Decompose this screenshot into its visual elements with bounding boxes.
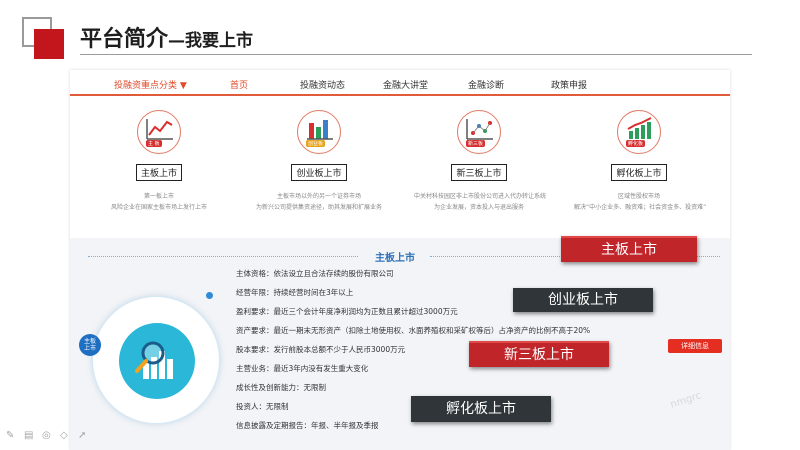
scatter-chart-icon: 新三板 xyxy=(457,110,501,154)
feature-illustration xyxy=(92,296,220,424)
presentation-toolbar: ✎ ▤ ◎ ◇ ➚ xyxy=(6,430,96,446)
category-desc-line: 中关村科技园区非上市股份公司进入代办转让系统 xyxy=(414,193,547,200)
magnifier-chart-icon xyxy=(119,323,195,399)
incubator-board-button[interactable]: 孵化板上市 xyxy=(611,164,667,181)
overlay-main-board: 主板上市 xyxy=(561,236,697,262)
category-desc-line: 为新兴公司提供集资途径，助其发展和扩展业务 xyxy=(255,204,382,211)
eraser-icon[interactable]: ◇ xyxy=(60,430,68,441)
category-desc: 第一板上市 风险企业在国家主板市场上发行上市 xyxy=(94,191,224,213)
nav-item-lecture[interactable]: 金融大讲堂 xyxy=(383,78,428,91)
category-desc-line: 第一板上市 xyxy=(143,193,174,200)
pen-icon[interactable]: ✎ xyxy=(6,430,14,441)
main-board-badge[interactable]: 主板 上市 xyxy=(79,334,101,356)
info-row-business: 主营业务：最近3年内没有发生重大变化 xyxy=(236,364,369,373)
nav-item-diagnosis[interactable]: 金融诊断 xyxy=(468,78,504,91)
detail-panel: 主板上市 主板 上市 主体资格：依法设立且合法存续的股份有限公司 经营年限：持续… xyxy=(70,238,730,450)
pointer-icon[interactable]: ➚ xyxy=(78,430,86,441)
nav-item-policy[interactable]: 政策申报 xyxy=(551,78,587,91)
slide-logo xyxy=(22,17,66,59)
main-board-button[interactable]: 主板上市 xyxy=(135,164,182,181)
line-chart-icon: 主 板 xyxy=(137,110,181,154)
category-tag: 孵化板 xyxy=(626,140,646,147)
nav-item-category-dropdown[interactable]: 投融资重点分类 ▼ xyxy=(114,78,187,91)
info-row-equity: 股本要求：发行前股本总额不少于人民币3000万元 xyxy=(236,345,406,354)
ring-dot xyxy=(206,292,213,299)
category-main-board: 主 板 主板上市 第一板上市 风险企业在国家主板市场上发行上市 xyxy=(94,110,224,213)
detail-heading: 主板上市 xyxy=(375,253,415,264)
overlay-incubator-board: 孵化板上市 xyxy=(411,396,551,422)
category-desc-line: 主板市场以外的另一个证券市场 xyxy=(276,193,361,200)
neeq-board-button[interactable]: 新三板上市 xyxy=(451,164,507,181)
category-desc: 中关村科技园区非上市股份公司进入代办转让系统 为企业发展，资本投入与退出服务 xyxy=(414,191,547,213)
info-row-growth: 成长性及创新能力：无限制 xyxy=(236,383,326,392)
growth-chart-icon: 孵化板 xyxy=(617,110,661,154)
gem-board-button[interactable]: 创业板上市 xyxy=(291,164,347,181)
category-desc-line: 风险企业在国家主板市场上发行上市 xyxy=(110,204,207,211)
top-nav: 投融资重点分类 ▼ 首页 投融资动态 金融大讲堂 金融诊断 政策申报 xyxy=(70,70,730,96)
category-neeq-board: 新三板 新三板上市 中关村科技园区非上市股份公司进入代办转让系统 为企业发展，资… xyxy=(414,110,547,213)
info-row-assets: 资产要求：最近一期末无形资产（扣除土地使用权、水面养殖权和采矿权等后）占净资产的… xyxy=(236,326,591,335)
heading-dotted-line xyxy=(88,256,358,257)
slides-icon[interactable]: ▤ xyxy=(24,430,33,441)
category-desc-line: 解决“中小企业多、融资难；社会资金多、投资难” xyxy=(574,204,707,211)
bar-chart-icon: 创业板 xyxy=(297,110,341,154)
nav-item-home[interactable]: 首页 xyxy=(230,78,248,91)
category-tag: 创业板 xyxy=(306,140,326,147)
category-tag: 主 板 xyxy=(146,140,162,147)
nav-item-news[interactable]: 投融资动态 xyxy=(300,78,345,91)
overlay-neeq-board: 新三板上市 xyxy=(469,341,609,367)
title-divider xyxy=(80,54,752,55)
details-button[interactable]: 详细信息 xyxy=(668,339,722,353)
category-desc-line: 区域性股权市场 xyxy=(617,193,660,200)
info-row-years: 经营年限：持续经营时间在3年以上 xyxy=(236,288,354,297)
slide-title-sub: —我要上市 xyxy=(168,31,254,51)
category-desc: 区域性股权市场 解决“中小企业多、融资难；社会资金多、投资难” xyxy=(574,191,707,213)
category-gem-board: 创业板 创业板上市 主板市场以外的另一个证券市场 为新兴公司提供集资途径，助其发… xyxy=(254,110,384,213)
overlay-gem-board: 创业板上市 xyxy=(513,288,653,312)
category-desc-line: 为企业发展，资本投入与退出服务 xyxy=(433,204,524,211)
zoom-icon[interactable]: ◎ xyxy=(42,430,51,441)
info-row-entity: 主体资格：依法设立且合法存续的股份有限公司 xyxy=(236,269,394,278)
badge-label: 主板 上市 xyxy=(83,338,96,352)
slide-title-main: 平台简介 xyxy=(80,27,169,52)
info-row-profit: 盈利要求：最近三个会计年度净利润均为正数且累计超过3000万元 xyxy=(236,307,458,316)
info-row-investor: 投资人：无限制 xyxy=(236,402,289,411)
slide-title: 平台简介—我要上市 xyxy=(80,21,253,53)
category-incubator-board: 孵化板 孵化板上市 区域性股权市场 解决“中小企业多、融资难；社会资金多、投资难… xyxy=(574,110,707,213)
category-tag: 新三板 xyxy=(466,140,486,147)
category-desc: 主板市场以外的另一个证券市场 为新兴公司提供集资途径，助其发展和扩展业务 xyxy=(254,191,384,213)
info-row-disclosure: 信息披露及定期报告：年报、半年报及季报 xyxy=(236,421,379,430)
